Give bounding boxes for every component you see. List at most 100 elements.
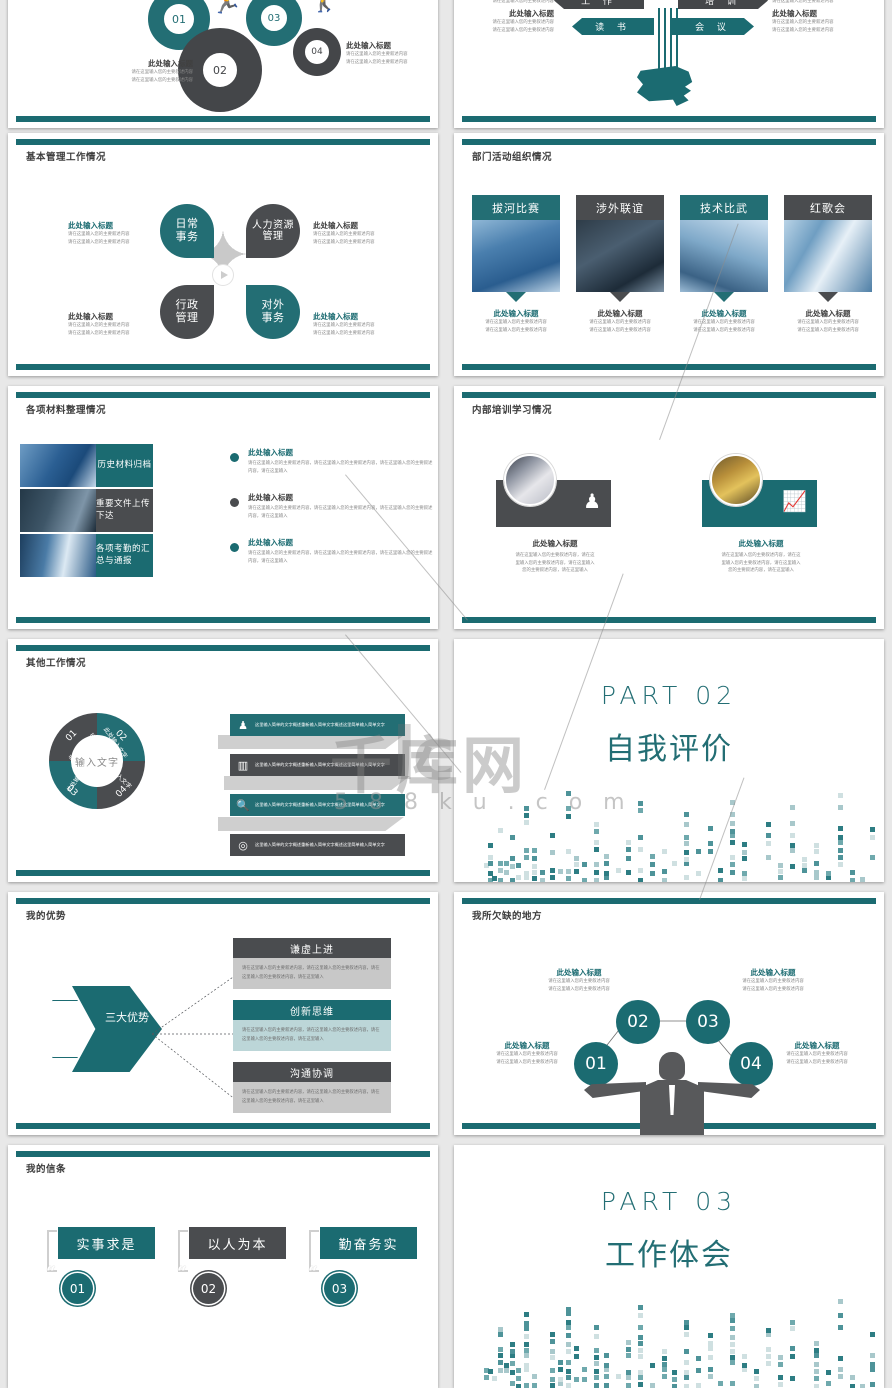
creed-number-3: 03 (324, 1273, 355, 1304)
pixel-dot (672, 1370, 677, 1375)
pixel-dot (604, 871, 609, 876)
info-bar-4[interactable]: ◎ 这里输入简单的文字概述重新输入简单文字概述这里简单输入简单文字 (230, 834, 405, 856)
advantage-item-3[interactable]: 沟通协调 请在这里输入您的主要叙述内容，请在这里输入您的主要叙述内容，请在这里输… (233, 1062, 391, 1114)
slide-part-02[interactable]: PART 02 自我评价 (454, 639, 884, 882)
activity-card-caption: 红歌会 (784, 195, 872, 220)
info-bar-3[interactable]: 🔍 这里输入简单的文字概述重新输入简单文字概述这里简单输入简单文字 (230, 794, 405, 816)
page-title: 部门活动组织情况 (472, 152, 553, 163)
activity-card-pointer (714, 292, 734, 302)
activity-card-heading: 此处输入标题 (805, 309, 851, 318)
arrow-reading[interactable]: 读 书 (572, 18, 654, 35)
pixel-dot (696, 1383, 701, 1388)
slide-my-creed[interactable]: 我的信条 实事求是 “ 01 以人为本 “ 02 勤奋务实 “ 03 (8, 1145, 438, 1388)
slide-bottom-bar (16, 617, 430, 623)
pixel-dot (594, 829, 599, 834)
pixel-dot (778, 1375, 783, 1380)
activity-card-line: 请在这里输入您的主要叙述内容 (797, 327, 859, 333)
advantage-item-1[interactable]: 谦虚上进 请在这里输入您的主要叙述内容，请在这里输入您的主要叙述内容，请在这里输… (233, 938, 391, 990)
activity-card-2[interactable]: 涉外联谊 此处输入标题 请在这里输入您的主要叙述内容 请在这里输入您的主要叙述内… (576, 195, 664, 334)
activity-card-line: 请在这里输入您的主要叙述内容 (797, 320, 859, 325)
pixel-dot (504, 861, 509, 866)
pixel-dot (870, 855, 875, 860)
play-button-icon[interactable] (213, 265, 233, 285)
pixel-dot (850, 1384, 855, 1388)
material-desc-1: 此处输入标题 请在这里输入您的主要叙述内容，请在这里输入您的主要叙述内容，请在这… (248, 447, 433, 475)
pixel-dot (790, 1376, 795, 1381)
caption-left: 此处输入标题 请在这里输入您的主要叙述内容 请在这里输入您的主要叙述内容 (83, 58, 193, 84)
info-bar-2[interactable]: ▥ 这里输入简单的文字概述重新输入简单文字概述这里简单输入简单文字 (230, 754, 405, 776)
pixel-dot (790, 843, 795, 848)
slide-my-weaknesses[interactable]: 我所欠缺的地方 01 02 03 04 此处输入标题 请在这里输入您的主要叙述内… (454, 892, 884, 1135)
pixel-dot (708, 826, 713, 831)
weakness-node-04[interactable]: 04 (729, 1042, 773, 1086)
quadrant-external-affairs[interactable]: 对外事务 (246, 285, 300, 339)
advantage-heading: 谦虚上进 (233, 938, 391, 958)
pixel-dot (754, 1369, 759, 1374)
arrow-meeting[interactable]: 会 议 (672, 18, 754, 35)
arrow-work[interactable]: 工 作 (554, 0, 644, 9)
bar-chart-icon: ▥ (237, 758, 249, 772)
info-bar-1[interactable]: ♟ 这里输入简单的文字概述重新输入简单文字概述这里简单输入简单文字 (230, 714, 405, 736)
slide-internal-training[interactable]: 内部培训学习情况 ♟ 此处输入标题 请在这里输入您的主要叙述内容，请在这 里输入… (454, 386, 884, 629)
pixel-dot (594, 1355, 599, 1360)
pixel-dot (838, 862, 843, 867)
pixel-dot (524, 855, 529, 860)
pixel-dot (742, 1354, 747, 1359)
slide-part-03[interactable]: PART 03 工作体会 (454, 1145, 884, 1388)
slide-materials[interactable]: 各项材料整理情况 历史材料归档 重要文件上传下达 各项考勤的汇总与通报 此处输入… (8, 386, 438, 629)
pixel-dot (550, 1368, 555, 1373)
arrow-training[interactable]: 培 训 (678, 0, 768, 9)
slide-brain-arrows[interactable]: 工 作 培 训 读 书 会 议 请在这里输入您的主要叙述内容 请在这里输入您的主… (454, 0, 884, 128)
pixel-dot (524, 1326, 529, 1331)
pixel-dot (532, 864, 537, 869)
training-heading: 此处输入标题 (532, 539, 578, 548)
activity-card-4[interactable]: 红歌会 此处输入标题 请在这里输入您的主要叙述内容 请在这里输入您的主要叙述内容 (784, 195, 872, 334)
pixel-dot (662, 1356, 667, 1361)
material-row-3[interactable]: 各项考勤的汇总与通报 (20, 534, 153, 577)
pixel-dot (510, 1370, 515, 1375)
slide-other-work[interactable]: 其他工作情况 输入文字 01 此处输入文字 02 此处输入文字 03 此处输入文… (8, 639, 438, 882)
caption-line: 请在这里输入您的主要叙述内容 (772, 20, 834, 26)
slide-basic-management[interactable]: 基本管理工作情况 日常事务 人力资源管理 行政管理 对外事务 此处输入标题 请在… (8, 133, 438, 376)
creed-item-2[interactable]: 以人为本 (189, 1227, 286, 1259)
slide-gears[interactable]: 01 02 03 04 🏃 🚶 此处输入标题 请在这里输入您的主要叙述内容 请在… (8, 0, 438, 128)
material-row-2[interactable]: 重要文件上传下达 (20, 489, 153, 532)
pixel-dot (574, 856, 579, 861)
page-title: 内部培训学习情况 (472, 405, 553, 416)
weakness-node-01[interactable]: 01 (574, 1042, 618, 1086)
slide-my-advantages[interactable]: 我的优势 三大优势 谦虚上进 请在这里输入您的主要叙述内容，请在这里输入您的主要… (8, 892, 438, 1135)
material-label: 各项考勤的汇总与通报 (96, 534, 153, 577)
pixel-dot (778, 875, 783, 880)
activity-card-3[interactable]: 技术比武 此处输入标题 请在这里输入您的主要叙述内容 请在这里输入您的主要叙述内… (680, 195, 768, 334)
training-line: 里输入您的主要叙述内容，请在这里输入 (721, 560, 801, 566)
pixel-dot (638, 835, 643, 840)
slide-dept-activities[interactable]: 部门活动组织情况 拔河比赛 此处输入标题 请在这里输入您的主要叙述内容 请在这里… (454, 133, 884, 376)
weakness-node-03[interactable]: 03 (686, 1000, 730, 1044)
slide-top-bar (462, 139, 876, 145)
pixel-dot (838, 855, 843, 860)
activity-card-1[interactable]: 拔河比赛 此处输入标题 请在这里输入您的主要叙述内容 请在这里输入您的主要叙述内… (472, 195, 560, 334)
weakness-node-02[interactable]: 02 (616, 1000, 660, 1044)
quadrant-hr-management[interactable]: 人力资源管理 (246, 204, 300, 258)
creed-item-3[interactable]: 勤奋务实 (320, 1227, 417, 1259)
pixel-dot (638, 1335, 643, 1340)
material-row-1[interactable]: 历史材料归档 (20, 444, 153, 487)
caption-line: 请在这里输入您的主要叙述内容 (313, 232, 375, 237)
pixel-dot (566, 1325, 571, 1330)
pixel-dot (582, 878, 587, 882)
pixel-dot (662, 1349, 667, 1354)
pixel-dot (766, 855, 771, 860)
pixel-dot (838, 1313, 843, 1318)
quadrant-label: 对外事务 (261, 298, 285, 324)
advantage-item-2[interactable]: 创新思维 请在这里输入您的主要叙述内容，请在这里输入您的主要叙述内容，请在这里输… (233, 1000, 391, 1052)
caption-line: 请在这里输入您的主要叙述内容 (492, 28, 554, 34)
caption-line: 请在这里输入您的主要叙述内容 (313, 330, 375, 336)
pixel-dot (672, 861, 677, 866)
presenter-audience-icon: ♟ (583, 489, 601, 513)
pixel-dot (524, 1321, 529, 1326)
creed-item-1[interactable]: 实事求是 (58, 1227, 155, 1259)
caption-line: 请在这里输入您的主要叙述内容 (131, 70, 193, 75)
donut-chart: 输入文字 (49, 713, 145, 809)
pixel-dot (638, 801, 643, 806)
pixel-dot (638, 1354, 643, 1359)
